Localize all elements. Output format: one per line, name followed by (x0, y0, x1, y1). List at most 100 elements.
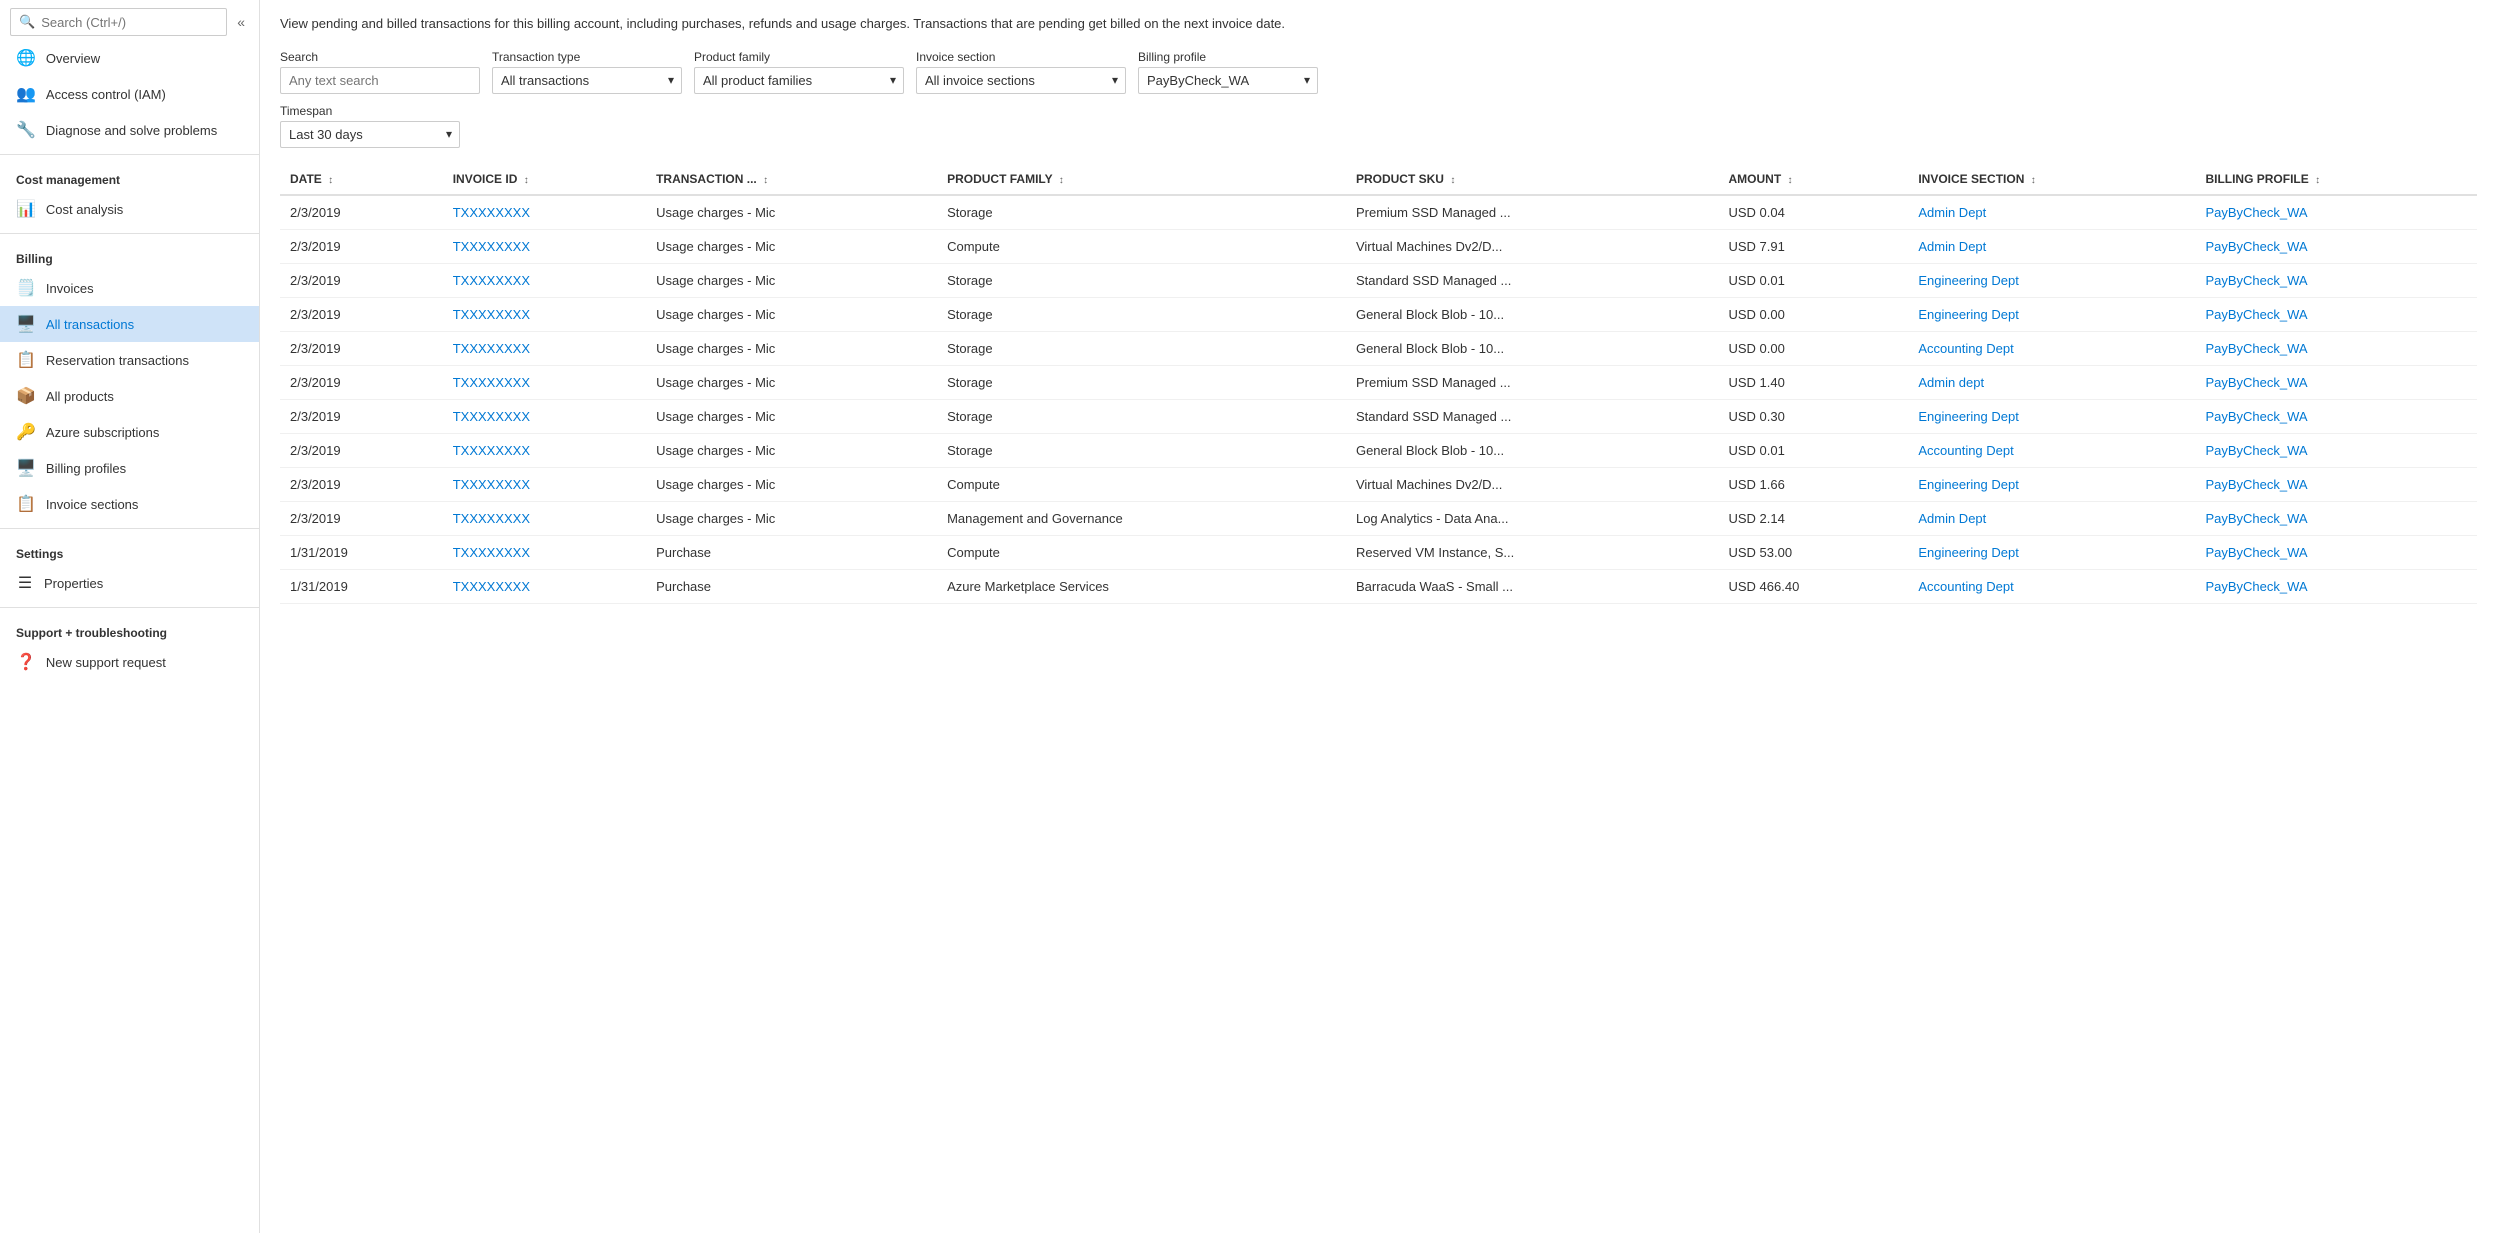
invoice-id-link[interactable]: TXXXXXXXX (453, 443, 530, 458)
sidebar-item-invoice-sections[interactable]: 📋 Invoice sections (0, 486, 259, 522)
cell-billing-profile[interactable]: PayByCheck_WA (2195, 195, 2477, 230)
invoice-section-link[interactable]: Accounting Dept (1918, 341, 2013, 356)
col-header-amount[interactable]: AMOUNT ↕ (1719, 164, 1909, 195)
cell-invoice-id[interactable]: TXXXXXXXX (443, 229, 646, 263)
cell-invoice-id[interactable]: TXXXXXXXX (443, 467, 646, 501)
billing-profile-link[interactable]: PayByCheck_WA (2205, 239, 2307, 254)
cell-billing-profile[interactable]: PayByCheck_WA (2195, 331, 2477, 365)
billing-profile-link[interactable]: PayByCheck_WA (2205, 511, 2307, 526)
invoice-section-link[interactable]: Admin Dept (1918, 511, 1986, 526)
invoice-id-link[interactable]: TXXXXXXXX (453, 273, 530, 288)
cell-invoice-id[interactable]: TXXXXXXXX (443, 297, 646, 331)
billing-profile-select[interactable]: PayByCheck_WA (1138, 67, 1318, 94)
cell-invoice-section[interactable]: Engineering Dept (1908, 263, 2195, 297)
cell-invoice-section[interactable]: Accounting Dept (1908, 331, 2195, 365)
invoice-section-link[interactable]: Accounting Dept (1918, 443, 2013, 458)
sidebar-search-box[interactable]: 🔍 (10, 8, 227, 36)
cell-billing-profile[interactable]: PayByCheck_WA (2195, 263, 2477, 297)
search-input[interactable] (280, 67, 480, 94)
billing-profile-link[interactable]: PayByCheck_WA (2205, 443, 2307, 458)
cell-billing-profile[interactable]: PayByCheck_WA (2195, 229, 2477, 263)
timespan-select[interactable]: Last 30 days Last 60 days Last 90 days C… (280, 121, 460, 148)
cell-invoice-id[interactable]: TXXXXXXXX (443, 535, 646, 569)
invoice-id-link[interactable]: TXXXXXXXX (453, 205, 530, 220)
cell-invoice-id[interactable]: TXXXXXXXX (443, 399, 646, 433)
invoice-section-link[interactable]: Admin Dept (1918, 205, 1986, 220)
invoice-section-link[interactable]: Engineering Dept (1918, 273, 2018, 288)
billing-profile-link[interactable]: PayByCheck_WA (2205, 375, 2307, 390)
invoice-id-link[interactable]: TXXXXXXXX (453, 511, 530, 526)
invoice-section-link[interactable]: Admin Dept (1918, 239, 1986, 254)
col-header-date[interactable]: DATE ↕ (280, 164, 443, 195)
col-header-billing-profile[interactable]: BILLING PROFILE ↕ (2195, 164, 2477, 195)
billing-profile-link[interactable]: PayByCheck_WA (2205, 341, 2307, 356)
cell-invoice-id[interactable]: TXXXXXXXX (443, 501, 646, 535)
invoice-section-link[interactable]: Admin dept (1918, 375, 1984, 390)
sidebar-item-access-control[interactable]: 👥 Access control (IAM) (0, 76, 259, 112)
sidebar-item-billing-profiles[interactable]: 🖥️ Billing profiles (0, 450, 259, 486)
invoice-id-link[interactable]: TXXXXXXXX (453, 307, 530, 322)
cell-billing-profile[interactable]: PayByCheck_WA (2195, 399, 2477, 433)
invoice-id-link[interactable]: TXXXXXXXX (453, 409, 530, 424)
sidebar-item-overview[interactable]: 🌐 Overview (0, 40, 259, 76)
cell-invoice-section[interactable]: Accounting Dept (1908, 433, 2195, 467)
invoice-id-link[interactable]: TXXXXXXXX (453, 341, 530, 356)
col-header-invoice-section[interactable]: INVOICE SECTION ↕ (1908, 164, 2195, 195)
cell-billing-profile[interactable]: PayByCheck_WA (2195, 501, 2477, 535)
invoice-section-select[interactable]: All invoice sections Admin Dept Engineer… (916, 67, 1126, 94)
col-header-product-sku[interactable]: PRODUCT SKU ↕ (1346, 164, 1719, 195)
cell-invoice-section[interactable]: Accounting Dept (1908, 569, 2195, 603)
billing-profile-link[interactable]: PayByCheck_WA (2205, 477, 2307, 492)
cell-billing-profile[interactable]: PayByCheck_WA (2195, 433, 2477, 467)
invoice-id-link[interactable]: TXXXXXXXX (453, 545, 530, 560)
sidebar-item-all-transactions[interactable]: 🖥️ All transactions (0, 306, 259, 342)
sidebar-item-properties[interactable]: ☰ Properties (0, 565, 259, 601)
billing-profile-link[interactable]: PayByCheck_WA (2205, 579, 2307, 594)
invoice-section-link[interactable]: Engineering Dept (1918, 477, 2018, 492)
cell-invoice-section[interactable]: Admin Dept (1908, 229, 2195, 263)
cell-billing-profile[interactable]: PayByCheck_WA (2195, 467, 2477, 501)
cell-invoice-section[interactable]: Engineering Dept (1908, 535, 2195, 569)
cell-invoice-section[interactable]: Engineering Dept (1908, 467, 2195, 501)
sidebar-item-diagnose[interactable]: 🔧 Diagnose and solve problems (0, 112, 259, 148)
sidebar-collapse-button[interactable]: « (233, 10, 249, 34)
sidebar-item-new-support-request[interactable]: ❓ New support request (0, 644, 259, 680)
invoice-section-link[interactable]: Engineering Dept (1918, 307, 2018, 322)
invoice-section-link[interactable]: Accounting Dept (1918, 579, 2013, 594)
cell-invoice-section[interactable]: Admin Dept (1908, 195, 2195, 230)
col-header-transaction[interactable]: TRANSACTION ... ↕ (646, 164, 937, 195)
transaction-type-select[interactable]: All transactions Purchase Usage charges (492, 67, 682, 94)
invoice-id-link[interactable]: TXXXXXXXX (453, 375, 530, 390)
cell-invoice-id[interactable]: TXXXXXXXX (443, 331, 646, 365)
cell-billing-profile[interactable]: PayByCheck_WA (2195, 569, 2477, 603)
product-family-select[interactable]: All product families Compute Storage (694, 67, 904, 94)
sidebar-item-reservation-transactions[interactable]: 📋 Reservation transactions (0, 342, 259, 378)
col-header-invoice-id[interactable]: INVOICE ID ↕ (443, 164, 646, 195)
sidebar-search-input[interactable] (41, 15, 218, 30)
col-header-product-family[interactable]: PRODUCT FAMILY ↕ (937, 164, 1346, 195)
billing-profile-link[interactable]: PayByCheck_WA (2205, 273, 2307, 288)
cell-billing-profile[interactable]: PayByCheck_WA (2195, 535, 2477, 569)
cell-invoice-section[interactable]: Engineering Dept (1908, 399, 2195, 433)
invoice-section-link[interactable]: Engineering Dept (1918, 409, 2018, 424)
invoice-id-link[interactable]: TXXXXXXXX (453, 239, 530, 254)
invoice-id-link[interactable]: TXXXXXXXX (453, 579, 530, 594)
invoice-id-link[interactable]: TXXXXXXXX (453, 477, 530, 492)
cell-invoice-id[interactable]: TXXXXXXXX (443, 569, 646, 603)
cell-invoice-id[interactable]: TXXXXXXXX (443, 365, 646, 399)
cell-invoice-section[interactable]: Admin dept (1908, 365, 2195, 399)
billing-profile-link[interactable]: PayByCheck_WA (2205, 307, 2307, 322)
sidebar-item-invoices[interactable]: 🗒️ Invoices (0, 270, 259, 306)
cell-invoice-id[interactable]: TXXXXXXXX (443, 263, 646, 297)
cell-billing-profile[interactable]: PayByCheck_WA (2195, 365, 2477, 399)
sidebar-item-cost-analysis[interactable]: 📊 Cost analysis (0, 191, 259, 227)
cell-invoice-section[interactable]: Engineering Dept (1908, 297, 2195, 331)
sidebar-item-all-products[interactable]: 📦 All products (0, 378, 259, 414)
cell-invoice-section[interactable]: Admin Dept (1908, 501, 2195, 535)
billing-profile-link[interactable]: PayByCheck_WA (2205, 545, 2307, 560)
cell-invoice-id[interactable]: TXXXXXXXX (443, 433, 646, 467)
cell-billing-profile[interactable]: PayByCheck_WA (2195, 297, 2477, 331)
billing-profile-link[interactable]: PayByCheck_WA (2205, 409, 2307, 424)
sidebar-item-azure-subscriptions[interactable]: 🔑 Azure subscriptions (0, 414, 259, 450)
cell-invoice-id[interactable]: TXXXXXXXX (443, 195, 646, 230)
